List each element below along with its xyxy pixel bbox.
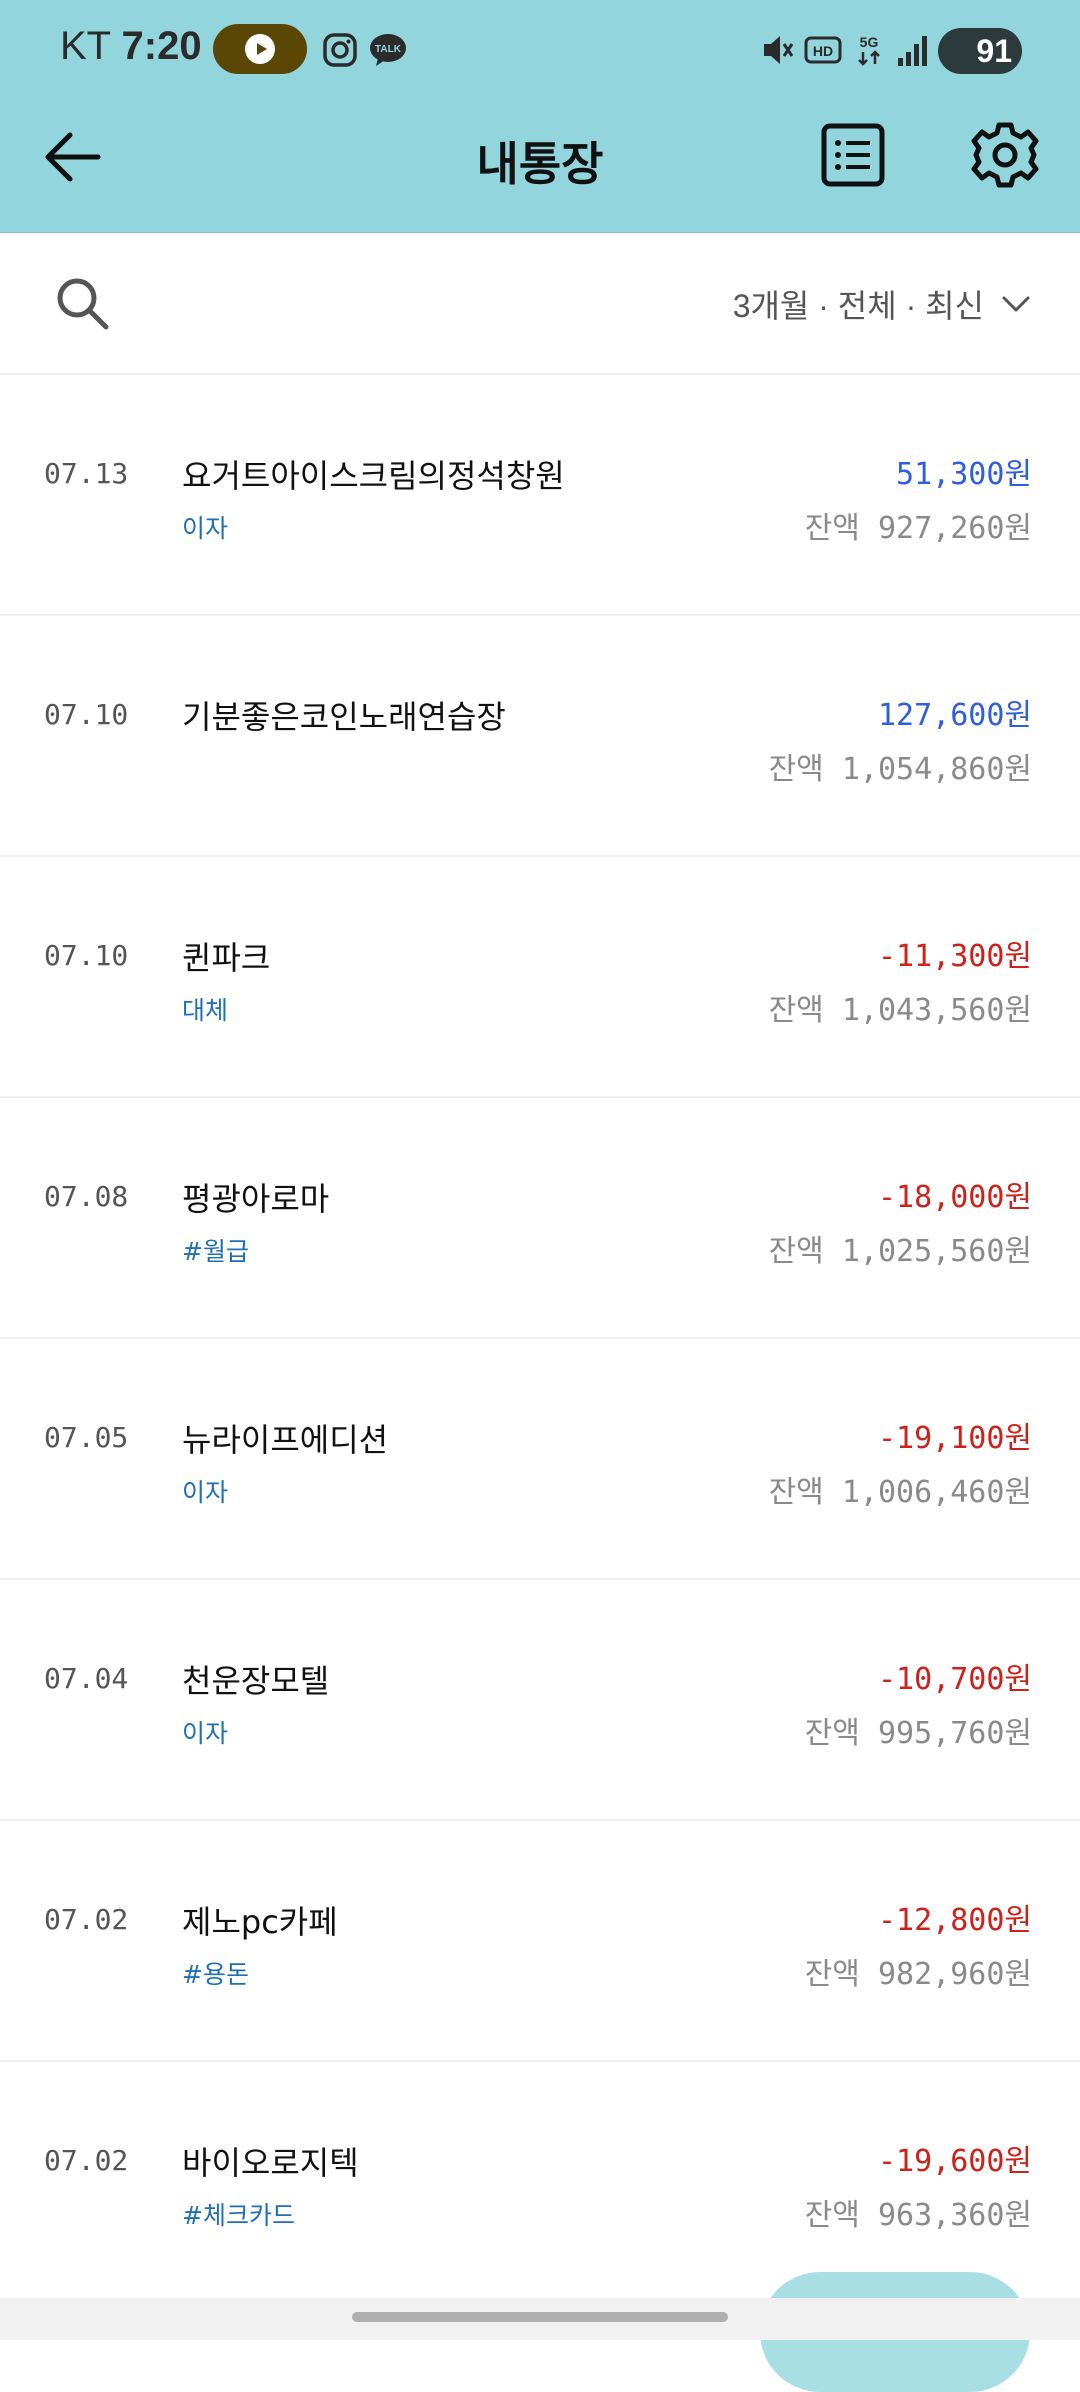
- page-header: 내통장: [0, 100, 1080, 232]
- system-navigation-bar: [0, 2298, 1080, 2340]
- carrier-label: KT: [60, 24, 111, 68]
- instagram-icon: [323, 33, 357, 67]
- transaction-tag: #체크카드: [182, 2201, 295, 2230]
- transaction-amount: -19,600원: [877, 2144, 1032, 2179]
- transaction-merchant: 기분좋은코인노래연습장: [182, 698, 506, 736]
- filter-bar: 3개월 · 전체 · 최신: [0, 233, 1080, 375]
- transaction-date: 07.10: [44, 698, 129, 731]
- transaction-amount: -11,300원: [877, 939, 1032, 974]
- status-carrier-time: KT 7:20: [60, 24, 202, 69]
- period-filter-dropdown[interactable]: 3개월 · 전체 · 최신: [733, 279, 1030, 329]
- kakaotalk-icon: TALK: [370, 34, 406, 66]
- app-top-bar: KT 7:20 TALK HD 5G 91 내통장: [0, 0, 1080, 233]
- list-view-icon[interactable]: [820, 122, 886, 188]
- transaction-tag: 이자: [182, 1719, 229, 1748]
- transaction-balance: 잔액 982,960원: [804, 1957, 1032, 1992]
- 5g-icon: 5G: [858, 34, 880, 66]
- transaction-amount: -12,800원: [877, 1903, 1032, 1938]
- transaction-balance: 잔액 1,025,560원: [768, 1234, 1032, 1269]
- transaction-list: 07.13 요거트아이스크림의정석창원 이자 51,300원 잔액 927,26…: [0, 375, 1080, 2303]
- transaction-merchant: 뉴라이프에디션: [182, 1421, 389, 1459]
- home-gesture-handle[interactable]: [352, 2312, 728, 2322]
- transaction-row[interactable]: 07.02 제노pc카페 #용돈 -12,800원 잔액 982,960원: [0, 1821, 1080, 2062]
- transaction-row[interactable]: 07.05 뉴라이프에디션 이자 -19,100원 잔액 1,006,460원: [0, 1339, 1080, 1580]
- transaction-tag: #월급: [182, 1237, 249, 1266]
- battery-icon: 91: [938, 28, 1022, 74]
- transaction-row[interactable]: 07.10 퀸파크 대체 -11,300원 잔액 1,043,560원: [0, 857, 1080, 1098]
- transaction-date: 07.02: [44, 1903, 129, 1936]
- transaction-balance: 잔액 995,760원: [804, 1716, 1032, 1751]
- signal-icon: [898, 36, 927, 66]
- transaction-row[interactable]: 07.08 평광아로마 #월급 -18,000원 잔액 1,025,560원: [0, 1098, 1080, 1339]
- battery-level: 91: [976, 32, 1012, 69]
- gear-icon[interactable]: [970, 120, 1040, 190]
- transaction-tag: 대체: [182, 996, 229, 1025]
- transaction-merchant: 천운장모텔: [182, 1662, 330, 1700]
- transaction-amount: -19,100원: [877, 1421, 1032, 1456]
- transaction-amount: -10,700원: [877, 1662, 1032, 1697]
- transaction-row[interactable]: 07.04 천운장모텔 이자 -10,700원 잔액 995,760원: [0, 1580, 1080, 1821]
- page-title: 내통장: [476, 137, 604, 191]
- transaction-date: 07.05: [44, 1421, 129, 1454]
- svg-text:HD: HD: [813, 43, 833, 59]
- talk-label: TALK: [375, 44, 402, 55]
- transaction-date: 07.02: [44, 2144, 129, 2177]
- status-bar: KT 7:20 TALK HD 5G 91: [0, 0, 1080, 100]
- hd-icon: HD: [804, 36, 842, 64]
- transaction-balance: 잔액 1,006,460원: [768, 1475, 1032, 1510]
- transaction-date: 07.10: [44, 939, 129, 972]
- transaction-balance: 잔액 1,043,560원: [768, 993, 1032, 1028]
- transaction-balance: 잔액 963,360원: [804, 2198, 1032, 2233]
- transaction-tag: 이자: [182, 1478, 229, 1507]
- youtube-music-icon: [213, 24, 307, 74]
- transaction-row[interactable]: 07.02 바이오로지텍 #체크카드 -19,600원 잔액 963,360원: [0, 2062, 1080, 2303]
- transaction-merchant: 제노pc카페: [182, 1903, 338, 1941]
- transaction-tag: #용돈: [182, 1960, 249, 1989]
- transaction-merchant: 퀸파크: [182, 939, 271, 977]
- mute-vibrate-icon: [764, 36, 794, 64]
- transaction-tag: 이자: [182, 514, 229, 543]
- transaction-balance: 잔액 1,054,860원: [768, 752, 1032, 787]
- search-icon[interactable]: [54, 275, 110, 331]
- transaction-date: 07.04: [44, 1662, 129, 1695]
- transaction-amount: 127,600원: [877, 698, 1032, 733]
- transaction-date: 07.08: [44, 1180, 129, 1213]
- transaction-merchant: 요거트아이스크림의정석창원: [182, 457, 565, 495]
- transaction-row[interactable]: 07.13 요거트아이스크림의정석창원 이자 51,300원 잔액 927,26…: [0, 375, 1080, 616]
- filter-label: 3개월 · 전체 · 최신: [732, 288, 984, 324]
- transaction-date: 07.13: [44, 457, 129, 490]
- transaction-merchant: 평광아로마: [182, 1180, 330, 1218]
- transaction-row[interactable]: 07.10 기분좋은코인노래연습장 127,600원 잔액 1,054,860원: [0, 616, 1080, 857]
- svg-text:5G: 5G: [860, 34, 879, 50]
- clock: 7:20: [121, 24, 202, 68]
- transaction-balance: 잔액 927,260원: [804, 511, 1032, 546]
- chevron-down-icon: [1002, 296, 1030, 312]
- transaction-amount: 51,300원: [896, 457, 1032, 492]
- transaction-amount: -18,000원: [877, 1180, 1032, 1215]
- transaction-merchant: 바이오로지텍: [182, 2144, 359, 2182]
